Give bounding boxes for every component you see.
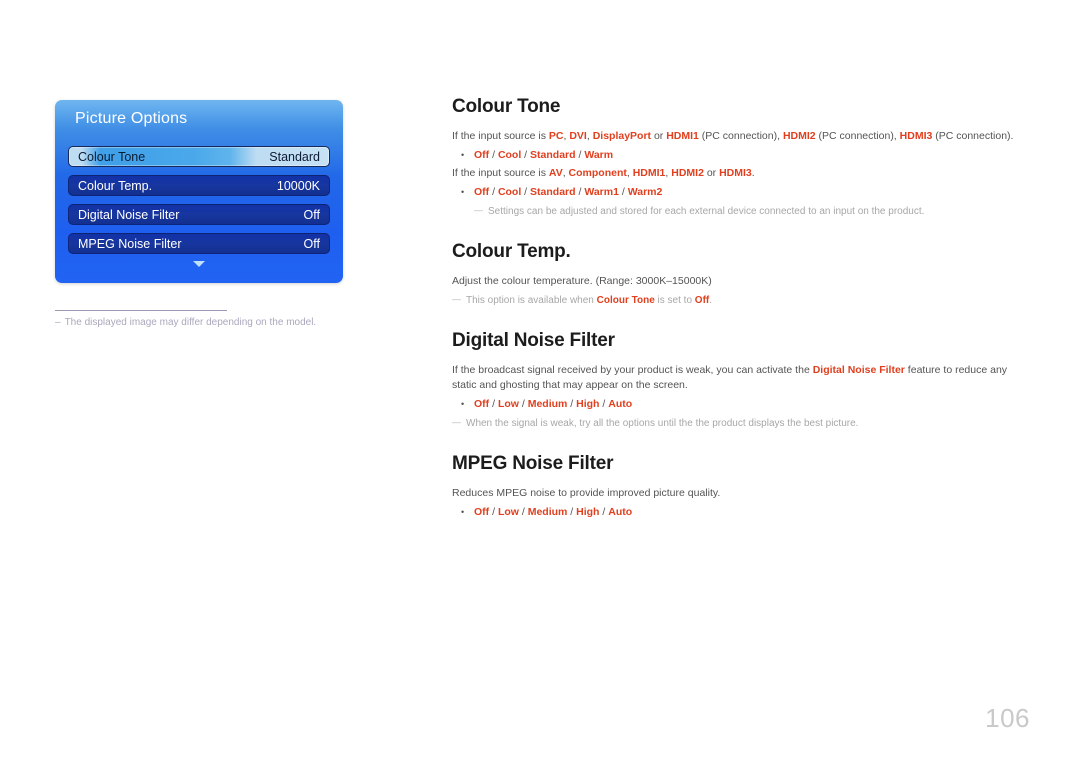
osd-item-value: 10000K bbox=[276, 179, 320, 193]
option-value: High bbox=[576, 506, 600, 518]
option-value: Standard bbox=[530, 149, 576, 161]
option-value: Auto bbox=[608, 398, 633, 410]
source-displayport: DisplayPort bbox=[592, 130, 652, 142]
text-run: . bbox=[751, 167, 755, 179]
option-value: Standard bbox=[530, 186, 576, 198]
ref-digital-noise-filter: Digital Noise Filter bbox=[812, 364, 905, 376]
option-value: High bbox=[576, 398, 600, 410]
option-value: Medium bbox=[527, 398, 568, 410]
option-value: Off bbox=[474, 149, 490, 161]
section-heading: Digital Noise Filter bbox=[452, 330, 615, 351]
source-pc: PC bbox=[548, 130, 564, 142]
osd-item-label: Colour Temp. bbox=[78, 179, 153, 193]
section-colour-temp: Colour Temp. Adjust the colour temperatu… bbox=[452, 241, 1030, 308]
option-value: Off bbox=[474, 186, 490, 198]
source-av: AV bbox=[548, 167, 563, 179]
option-value: Cool bbox=[497, 149, 522, 161]
text-run: (PC connection). bbox=[932, 130, 1014, 142]
text-run: (PC connection), bbox=[815, 130, 900, 142]
section-colour-tone: Colour Tone If the input source is PC, D… bbox=[452, 96, 1030, 219]
section-mpeg-noise-filter: MPEG Noise Filter Reduces MPEG noise to … bbox=[452, 453, 1030, 520]
text-run: is set to bbox=[654, 295, 695, 306]
section-digital-noise-filter: Digital Noise Filter If the broadcast si… bbox=[452, 330, 1030, 431]
section-paragraph: If the input source is AV, Component, HD… bbox=[452, 166, 1030, 181]
section-note: When the signal is weak, try all the opt… bbox=[452, 415, 1030, 431]
section-paragraph: If the input source is PC, DVI, DisplayP… bbox=[452, 129, 1030, 144]
section-heading: Colour Temp. bbox=[452, 241, 571, 262]
page-number: 106 bbox=[985, 703, 1030, 733]
source-hdmi1: HDMI1 bbox=[632, 167, 666, 179]
text-run: If the input source is bbox=[452, 167, 549, 179]
text-run: or bbox=[703, 167, 720, 179]
text-run: . bbox=[709, 295, 713, 306]
osd-item-label: Colour Tone bbox=[78, 150, 146, 164]
section-note: This option is available when Colour Ton… bbox=[452, 292, 1030, 308]
options-bullet: Off / Cool / Standard / Warm bbox=[452, 147, 1030, 163]
source-hdmi2: HDMI2 bbox=[671, 167, 704, 179]
osd-item-value: Off bbox=[303, 208, 320, 222]
chevron-down-icon[interactable] bbox=[193, 261, 205, 267]
osd-panel-title: Picture Options bbox=[75, 110, 188, 127]
footnote-dash: – bbox=[55, 317, 61, 328]
osd-menu-item-mpeg-noise-filter[interactable]: MPEG Noise Filter Off bbox=[68, 233, 330, 254]
option-value: Warm2 bbox=[627, 186, 663, 198]
ref-colour-tone: Colour Tone bbox=[596, 295, 655, 306]
footnote-text: The displayed image may differ depending… bbox=[64, 317, 317, 328]
text-run: (PC connection), bbox=[698, 130, 783, 142]
section-heading: Colour Tone bbox=[452, 96, 561, 117]
text-run: If the broadcast signal received by your… bbox=[452, 364, 813, 376]
section-paragraph: Adjust the colour temperature. (Range: 3… bbox=[452, 275, 712, 287]
image-footnote: – The displayed image may differ dependin… bbox=[55, 317, 355, 328]
osd-item-label: MPEG Noise Filter bbox=[78, 237, 182, 251]
option-value: Warm bbox=[584, 149, 614, 161]
section-note: Settings can be adjusted and stored for … bbox=[474, 203, 1030, 219]
osd-picture-options-panel: Picture Options Colour Tone Standard Col… bbox=[55, 100, 343, 283]
ref-off: Off bbox=[694, 295, 710, 306]
osd-menu-item-colour-tone[interactable]: Colour Tone Standard bbox=[68, 146, 330, 167]
source-hdmi2: HDMI2 bbox=[782, 130, 816, 142]
option-value: Low bbox=[497, 398, 519, 410]
options-bullet: Off / Low / Medium / High / Auto bbox=[452, 504, 1030, 520]
options-bullet: Off / Low / Medium / High / Auto bbox=[452, 396, 1030, 412]
osd-menu-item-colour-temp[interactable]: Colour Temp. 10000K bbox=[68, 175, 330, 196]
footnote-divider bbox=[55, 310, 227, 311]
manual-body: Colour Tone If the input source is PC, D… bbox=[452, 96, 1030, 542]
text-run: or bbox=[651, 130, 667, 142]
option-value: Off bbox=[474, 398, 490, 410]
section-heading: MPEG Noise Filter bbox=[452, 453, 614, 474]
option-value: Medium bbox=[527, 506, 568, 518]
section-paragraph: If the broadcast signal received by your… bbox=[452, 363, 1030, 393]
source-hdmi3: HDMI3 bbox=[899, 130, 933, 142]
source-component: Component bbox=[568, 167, 627, 179]
option-value: Auto bbox=[608, 506, 633, 518]
section-paragraph: Reduces MPEG noise to provide improved p… bbox=[452, 487, 721, 499]
osd-item-value: Off bbox=[303, 237, 320, 251]
source-dvi: DVI bbox=[569, 130, 587, 142]
osd-menu-item-digital-noise-filter[interactable]: Digital Noise Filter Off bbox=[68, 204, 330, 225]
text-run: This option is available when bbox=[466, 295, 597, 306]
option-value: Off bbox=[474, 506, 490, 518]
option-value: Cool bbox=[497, 186, 522, 198]
source-hdmi1: HDMI1 bbox=[666, 130, 699, 142]
text-run: If the input source is bbox=[452, 130, 549, 142]
options-bullet: Off / Cool / Standard / Warm1 / Warm2 bbox=[452, 184, 1030, 200]
osd-item-value: Standard bbox=[269, 150, 320, 164]
source-hdmi3: HDMI3 bbox=[719, 167, 752, 179]
osd-item-label: Digital Noise Filter bbox=[78, 208, 180, 222]
option-value: Low bbox=[497, 506, 519, 518]
option-value: Warm1 bbox=[584, 186, 619, 198]
